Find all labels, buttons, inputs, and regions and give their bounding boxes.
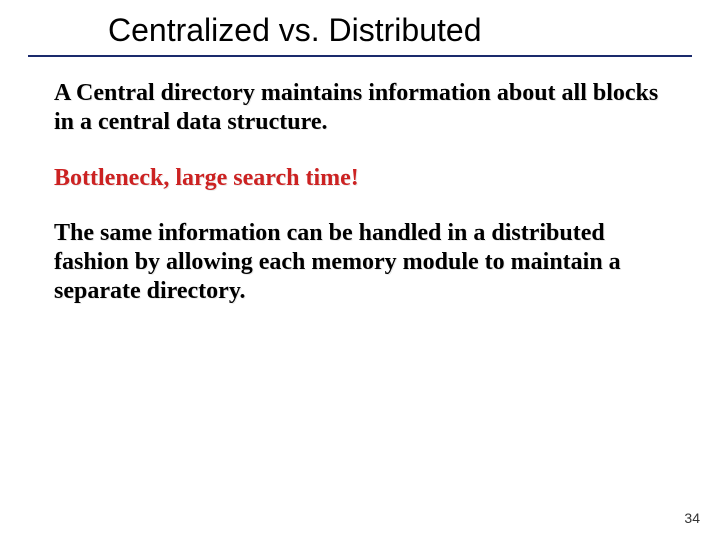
body-paragraph-2: Bottleneck, large search time!	[54, 164, 666, 193]
page-number: 34	[684, 510, 700, 526]
slide-title: Centralized vs. Distributed	[0, 12, 720, 55]
slide: Centralized vs. Distributed A Central di…	[0, 0, 720, 540]
slide-body: A Central directory maintains informatio…	[0, 57, 720, 307]
body-paragraph-1: A Central directory maintains informatio…	[54, 79, 666, 138]
body-paragraph-3: The same information can be handled in a…	[54, 219, 666, 307]
